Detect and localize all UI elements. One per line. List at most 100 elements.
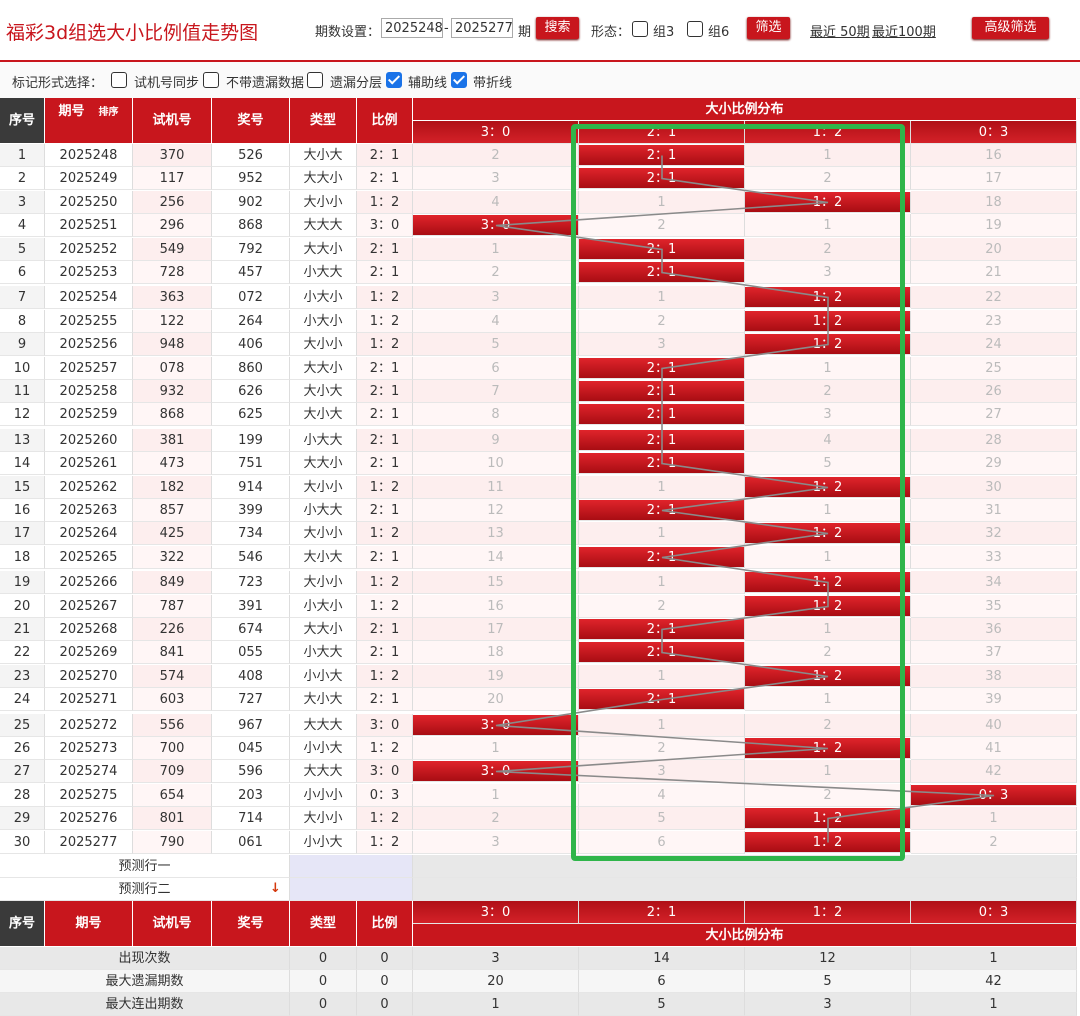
dist-miss-cell: 2 xyxy=(579,310,745,333)
dist-miss-cell: 37 xyxy=(911,641,1077,664)
dist-miss-cell: 32 xyxy=(911,522,1077,545)
period-to-input[interactable]: 2025277 xyxy=(451,18,513,38)
row-ratio: 1：2 xyxy=(357,665,413,688)
row-type: 小大大 xyxy=(290,261,357,284)
mark-option-checkbox-5[interactable] xyxy=(451,72,467,88)
predict-row-2-area[interactable] xyxy=(413,878,1077,901)
predict-row-1-input[interactable] xyxy=(290,855,413,878)
dist-miss-cell: 2 xyxy=(579,595,745,618)
period-from-input[interactable]: 2025248 xyxy=(381,18,443,38)
row-ratio: 1：2 xyxy=(357,333,413,356)
dist-miss-cell: 17 xyxy=(413,618,579,641)
mark-option-checkbox-1[interactable] xyxy=(111,72,127,88)
row-ratio: 0：3 xyxy=(357,784,413,807)
mark-options-bar: 标记形式选择： 试机号同步 不带遗漏数据 遗漏分层 辅助线 带折线 xyxy=(0,62,1080,99)
mark-option-checkbox-2[interactable] xyxy=(203,72,219,88)
row-type: 小小大 xyxy=(290,665,357,688)
row-trial: 117 xyxy=(133,167,212,190)
row-period: 2025259 xyxy=(45,403,133,426)
row-trial: 549 xyxy=(133,238,212,261)
row-seq: 9 xyxy=(0,333,45,356)
stat-value: 3 xyxy=(413,947,579,970)
dist-miss-cell: 41 xyxy=(911,737,1077,760)
row-period: 2025272 xyxy=(45,714,133,737)
row-period: 2025248 xyxy=(45,144,133,167)
footer-dist-col-2: 2：1 xyxy=(579,901,745,924)
recent100-link[interactable]: 最近100期 xyxy=(872,21,936,40)
row-ratio: 1：2 xyxy=(357,522,413,545)
dist-miss-cell: 11 xyxy=(413,476,579,499)
row-draw: 072 xyxy=(212,286,290,309)
row-type: 大大大 xyxy=(290,714,357,737)
row-trial: 078 xyxy=(133,357,212,380)
dist-hit-cell: 2：1 xyxy=(579,619,745,640)
dist-miss-cell: 36 xyxy=(911,618,1077,641)
dist-miss-cell: 14 xyxy=(413,546,579,569)
period-label: 期数设置： xyxy=(315,25,381,40)
search-button[interactable]: 搜索 xyxy=(536,17,579,39)
advanced-filter-button[interactable]: 高级筛选 xyxy=(972,17,1049,39)
row-period: 2025274 xyxy=(45,760,133,783)
filter-button[interactable]: 筛选 xyxy=(747,17,790,39)
row-type: 大大小 xyxy=(290,357,357,380)
predict-row-2-input[interactable] xyxy=(290,878,413,901)
stat-value: 3 xyxy=(745,993,911,1016)
row-trial: 370 xyxy=(133,144,212,167)
dist-hit-cell: 1：2 xyxy=(745,832,911,853)
dist-miss-cell: 1 xyxy=(745,357,911,380)
dist-hit-cell: 2：1 xyxy=(579,689,745,710)
row-period: 2025275 xyxy=(45,784,133,807)
row-period: 2025264 xyxy=(45,522,133,545)
mark-option-label-2: 不带遗漏数据 xyxy=(226,76,305,91)
dist-miss-cell: 1 xyxy=(745,618,911,641)
stat-type: 0 xyxy=(290,947,357,970)
predict-row-1-area[interactable] xyxy=(413,855,1077,878)
dist-miss-cell: 15 xyxy=(413,571,579,594)
mark-option-checkbox-3[interactable] xyxy=(307,72,323,88)
arrow-down-icon[interactable]: ↓ xyxy=(270,881,281,896)
dist-miss-cell: 1 xyxy=(745,688,911,711)
dist-hit-cell: 2：1 xyxy=(579,453,745,474)
stat-value: 5 xyxy=(579,993,745,1016)
row-type: 大小大 xyxy=(290,144,357,167)
row-ratio: 2：1 xyxy=(357,429,413,452)
dist-miss-cell: 23 xyxy=(911,310,1077,333)
dist-hit-cell: 1：2 xyxy=(745,192,911,213)
row-trial: 849 xyxy=(133,571,212,594)
dist-hit-cell: 1：2 xyxy=(745,666,911,687)
row-draw: 626 xyxy=(212,380,290,403)
dist-miss-cell: 5 xyxy=(579,807,745,830)
predict-row-2: 预测行二 xyxy=(0,878,290,901)
group6-checkbox[interactable] xyxy=(687,21,703,37)
stat-label: 最大连出期数 xyxy=(0,993,290,1016)
group3-checkbox[interactable] xyxy=(632,21,648,37)
stat-value: 6 xyxy=(579,970,745,993)
dist-miss-cell: 13 xyxy=(413,522,579,545)
row-period: 2025267 xyxy=(45,595,133,618)
row-trial: 381 xyxy=(133,429,212,452)
sort-toggle[interactable]: 排序 xyxy=(99,107,119,118)
mark-option-checkbox-4[interactable] xyxy=(386,72,402,88)
dist-miss-cell: 42 xyxy=(911,760,1077,783)
dist-miss-cell: 22 xyxy=(911,286,1077,309)
row-period: 2025268 xyxy=(45,618,133,641)
row-type: 大小大 xyxy=(290,688,357,711)
dist-hit-cell: 2：1 xyxy=(579,168,745,189)
row-seq: 5 xyxy=(0,238,45,261)
dist-miss-cell: 7 xyxy=(413,380,579,403)
row-ratio: 3：0 xyxy=(357,214,413,237)
dist-miss-cell: 3 xyxy=(413,167,579,190)
row-ratio: 2：1 xyxy=(357,357,413,380)
row-seq: 14 xyxy=(0,452,45,475)
header-period[interactable]: 期号 排序 xyxy=(45,98,133,144)
row-trial: 787 xyxy=(133,595,212,618)
recent50-link[interactable]: 最近 50期 xyxy=(810,21,870,40)
dist-miss-cell: 18 xyxy=(911,191,1077,214)
row-trial: 425 xyxy=(133,522,212,545)
dist-miss-cell: 1 xyxy=(745,214,911,237)
dist-miss-cell: 2 xyxy=(413,261,579,284)
dist-miss-cell: 2 xyxy=(413,144,579,167)
row-ratio: 1：2 xyxy=(357,191,413,214)
row-draw: 526 xyxy=(212,144,290,167)
row-type: 小大大 xyxy=(290,641,357,664)
